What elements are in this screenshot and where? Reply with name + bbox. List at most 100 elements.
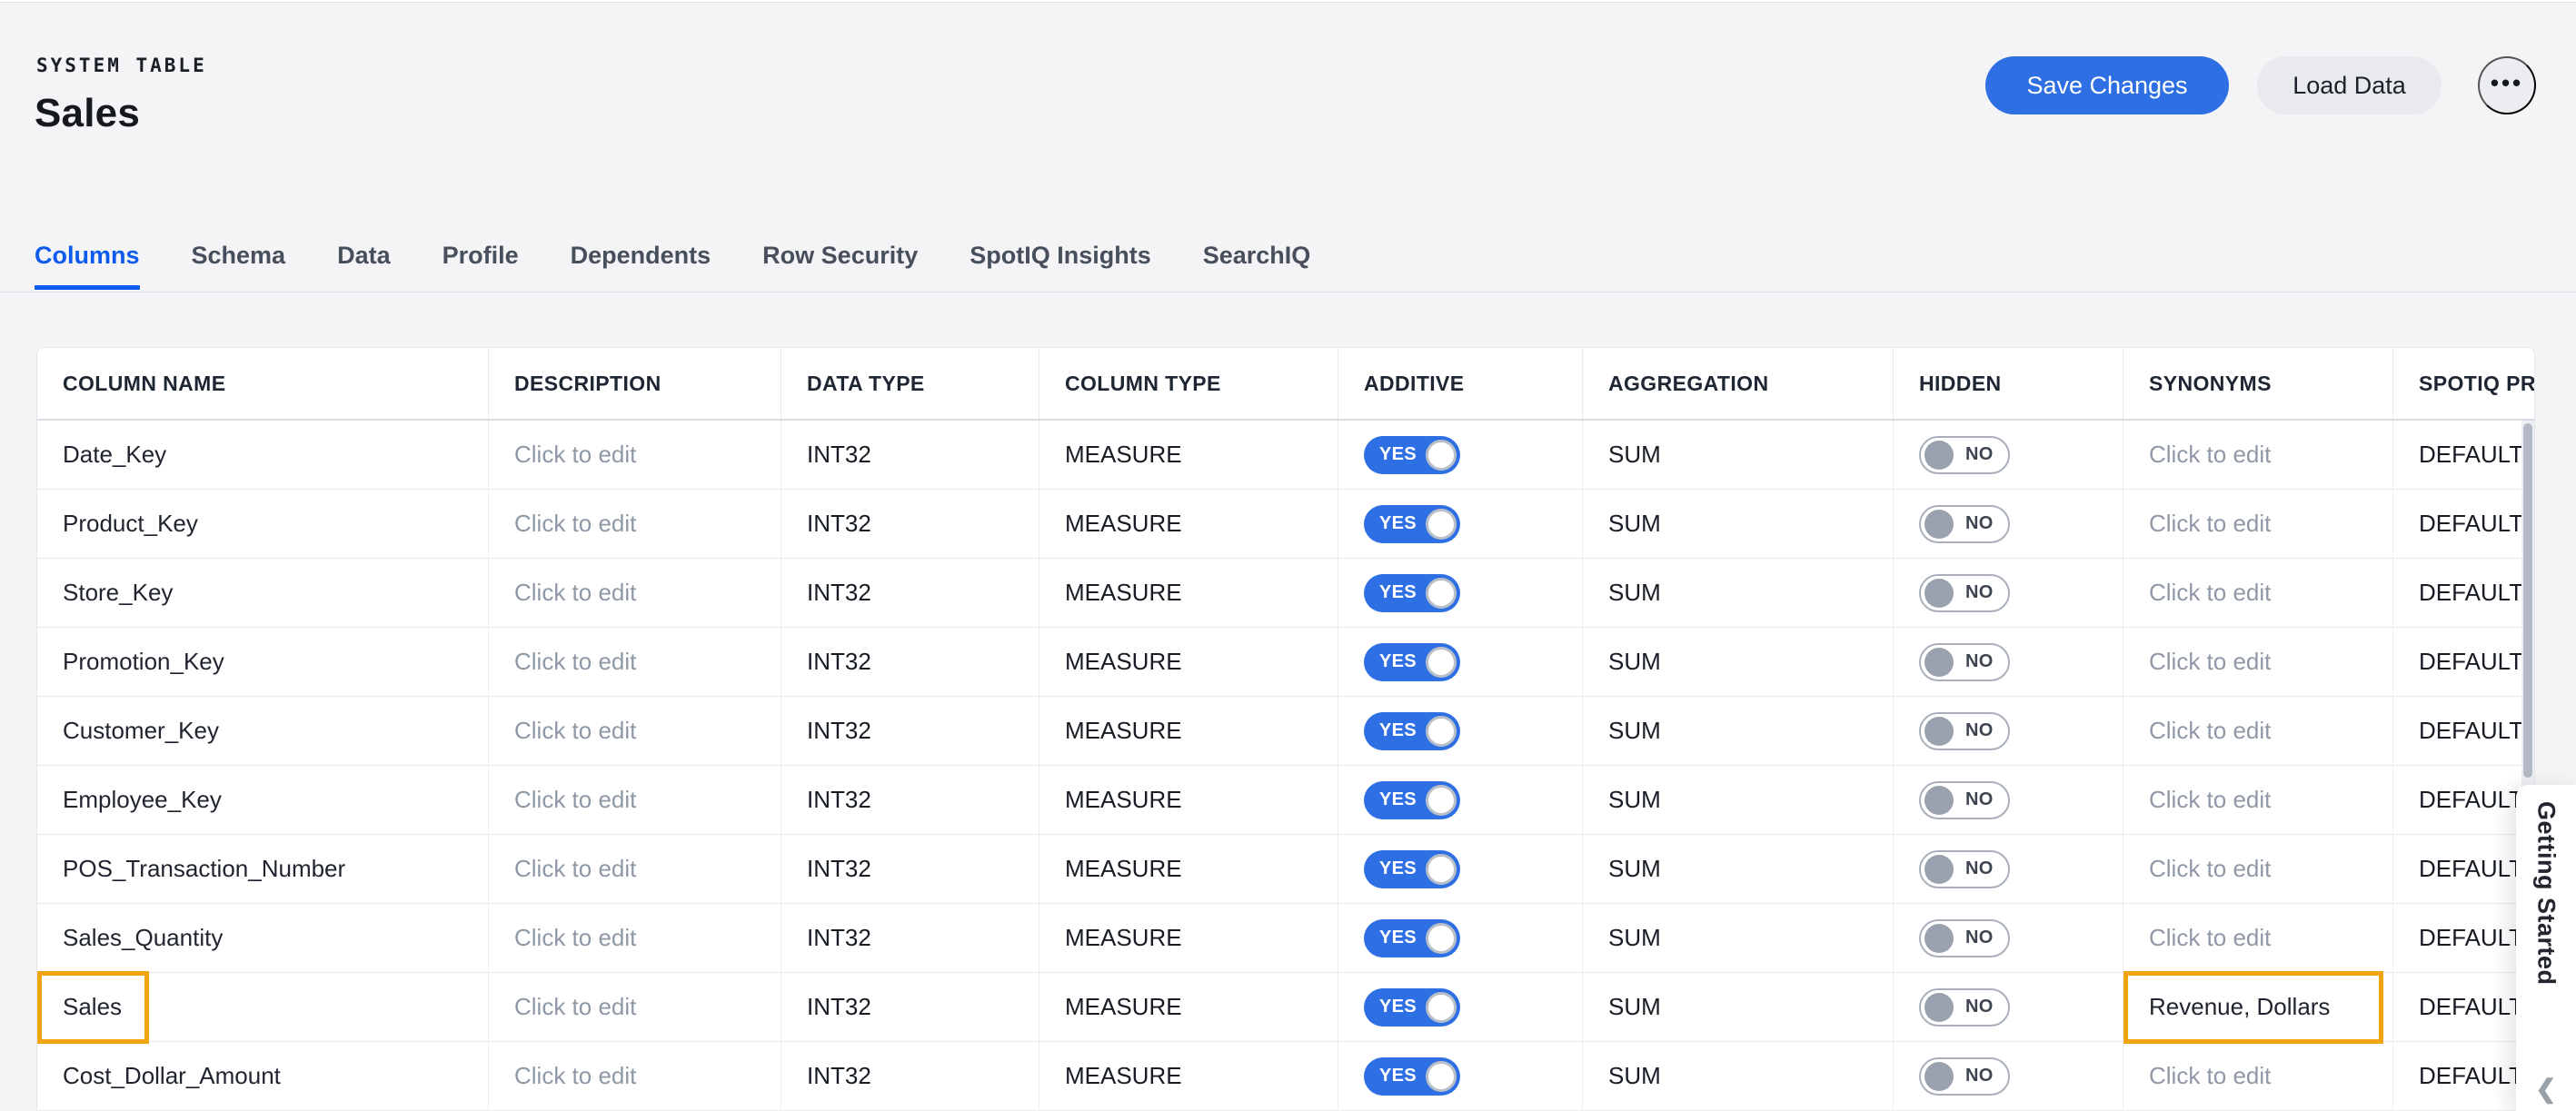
hidden-toggle[interactable]: NO xyxy=(1919,1057,2010,1096)
additive-toggle[interactable]: YES xyxy=(1364,850,1460,888)
tab-schema[interactable]: Schema xyxy=(192,242,286,290)
description-cell[interactable]: Click to edit xyxy=(489,421,781,489)
tab-dependents[interactable]: Dependents xyxy=(571,242,711,290)
additive-toggle[interactable]: YES xyxy=(1364,712,1460,750)
additive-toggle[interactable]: YES xyxy=(1364,436,1460,474)
column-type-cell[interactable]: MEASURE xyxy=(1039,628,1338,696)
column-type-cell[interactable]: MEASURE xyxy=(1039,973,1338,1041)
spotiq-preference-cell[interactable]: DEFAULT xyxy=(2393,490,2522,558)
tabs-divider xyxy=(0,292,2576,293)
synonyms-cell[interactable]: Click to edit xyxy=(2123,766,2393,834)
description-cell[interactable]: Click to edit xyxy=(489,628,781,696)
hidden-toggle[interactable]: NO xyxy=(1919,988,2010,1027)
aggregation-cell[interactable]: SUM xyxy=(1583,559,1894,627)
toggle-knob xyxy=(1426,1061,1457,1092)
additive-toggle[interactable]: YES xyxy=(1364,988,1460,1027)
description-cell[interactable]: Click to edit xyxy=(489,1042,781,1110)
column-type-cell[interactable]: MEASURE xyxy=(1039,559,1338,627)
column-name-cell[interactable]: Customer_Key xyxy=(37,697,489,765)
hidden-toggle[interactable]: NO xyxy=(1919,781,2010,819)
column-name-cell[interactable]: Store_Key xyxy=(37,559,489,627)
synonyms-cell[interactable]: Revenue, Dollars xyxy=(2123,973,2393,1041)
column-name-cell[interactable]: POS_Transaction_Number xyxy=(37,835,489,903)
synonyms-cell[interactable]: Click to edit xyxy=(2123,628,2393,696)
tab-columns[interactable]: Columns xyxy=(35,242,140,290)
aggregation-cell[interactable]: SUM xyxy=(1583,697,1894,765)
aggregation-cell[interactable]: SUM xyxy=(1583,421,1894,489)
column-name-cell[interactable]: Sales xyxy=(37,973,489,1041)
description-cell[interactable]: Click to edit xyxy=(489,697,781,765)
column-name-cell[interactable]: Product_Key xyxy=(37,490,489,558)
spotiq-preference-cell[interactable]: DEFAULT xyxy=(2393,559,2522,627)
additive-toggle[interactable]: YES xyxy=(1364,1057,1460,1096)
aggregation-cell[interactable]: SUM xyxy=(1583,835,1894,903)
column-type-cell[interactable]: MEASURE xyxy=(1039,835,1338,903)
aggregation-cell[interactable]: SUM xyxy=(1583,973,1894,1041)
tab-profile[interactable]: Profile xyxy=(443,242,519,290)
load-data-button[interactable]: Load Data xyxy=(2257,56,2442,114)
description-cell[interactable]: Click to edit xyxy=(489,835,781,903)
getting-started-panel[interactable]: Getting Started ❮ xyxy=(2516,785,2576,1111)
column-name-cell[interactable]: Cost_Dollar_Amount xyxy=(37,1042,489,1110)
description-cell[interactable]: Click to edit xyxy=(489,559,781,627)
aggregation-cell[interactable]: SUM xyxy=(1583,904,1894,972)
column-name-cell[interactable]: Employee_Key xyxy=(37,766,489,834)
column-type-cell[interactable]: MEASURE xyxy=(1039,766,1338,834)
vertical-scrollbar-thumb[interactable] xyxy=(2523,423,2532,778)
tab-spotiq-insights[interactable]: SpotIQ Insights xyxy=(970,242,1151,290)
column-type-cell[interactable]: MEASURE xyxy=(1039,904,1338,972)
hidden-toggle[interactable]: NO xyxy=(1919,574,2010,612)
column-name-cell[interactable]: Sales_Quantity xyxy=(37,904,489,972)
additive-toggle[interactable]: YES xyxy=(1364,919,1460,957)
synonyms-cell[interactable]: Click to edit xyxy=(2123,904,2393,972)
more-options-button[interactable]: ••• xyxy=(2478,56,2536,114)
additive-toggle[interactable]: YES xyxy=(1364,781,1460,819)
hidden-toggle[interactable]: NO xyxy=(1919,850,2010,888)
description-cell[interactable]: Click to edit xyxy=(489,490,781,558)
tab-data[interactable]: Data xyxy=(337,242,391,290)
spotiq-preference-cell[interactable]: DEFAULT xyxy=(2393,421,2522,489)
column-type-cell[interactable]: MEASURE xyxy=(1039,1042,1338,1110)
spotiq-preference-cell[interactable]: DEFAULT xyxy=(2393,904,2522,972)
spotiq-preference-cell[interactable]: DEFAULT xyxy=(2393,628,2522,696)
aggregation-cell[interactable]: SUM xyxy=(1583,1042,1894,1110)
additive-toggle[interactable]: YES xyxy=(1364,505,1460,543)
table-row-store-key: Store_KeyClick to editINT32MEASUREYESSUM… xyxy=(37,559,2522,628)
spotiq-preference-cell[interactable]: DEFAULT xyxy=(2393,1042,2522,1110)
tab-searchiq[interactable]: SearchIQ xyxy=(1203,242,1311,290)
synonyms-cell[interactable]: Click to edit xyxy=(2123,490,2393,558)
synonyms-cell[interactable]: Click to edit xyxy=(2123,559,2393,627)
column-type-cell[interactable]: MEASURE xyxy=(1039,697,1338,765)
aggregation-cell[interactable]: SUM xyxy=(1583,490,1894,558)
spotiq-preference-cell[interactable]: DEFAULT xyxy=(2393,973,2522,1041)
hidden-toggle[interactable]: NO xyxy=(1919,712,2010,750)
hidden-toggle[interactable]: NO xyxy=(1919,643,2010,681)
synonyms-cell[interactable]: Click to edit xyxy=(2123,1042,2393,1110)
column-name-cell[interactable]: Date_Key xyxy=(37,421,489,489)
toggle-knob xyxy=(1426,440,1457,471)
hidden-toggle[interactable]: NO xyxy=(1919,436,2010,474)
aggregation-cell[interactable]: SUM xyxy=(1583,766,1894,834)
description-cell[interactable]: Click to edit xyxy=(489,904,781,972)
spotiq-preference-cell[interactable]: DEFAULT xyxy=(2393,697,2522,765)
data-type-text: INT32 xyxy=(807,579,871,607)
data-type-text: INT32 xyxy=(807,993,871,1021)
synonyms-cell[interactable]: Click to edit xyxy=(2123,697,2393,765)
column-name-cell[interactable]: Promotion_Key xyxy=(37,628,489,696)
synonyms-cell[interactable]: Click to edit xyxy=(2123,835,2393,903)
column-type-cell[interactable]: MEASURE xyxy=(1039,421,1338,489)
additive-toggle[interactable]: YES xyxy=(1364,643,1460,681)
additive-toggle[interactable]: YES xyxy=(1364,574,1460,612)
spotiq-preference-cell[interactable]: DEFAULT xyxy=(2393,766,2522,834)
tab-row-security[interactable]: Row Security xyxy=(762,242,918,290)
synonyms-cell[interactable]: Click to edit xyxy=(2123,421,2393,489)
save-changes-button[interactable]: Save Changes xyxy=(1985,56,2229,114)
description-cell[interactable]: Click to edit xyxy=(489,766,781,834)
hidden-toggle[interactable]: NO xyxy=(1919,919,2010,957)
column-type-cell[interactable]: MEASURE xyxy=(1039,490,1338,558)
aggregation-cell[interactable]: SUM xyxy=(1583,628,1894,696)
hidden-toggle[interactable]: NO xyxy=(1919,505,2010,543)
spotiq-preference-cell[interactable]: DEFAULT xyxy=(2393,835,2522,903)
spotiq-preference-text: DEFAULT xyxy=(2419,1062,2522,1090)
description-cell[interactable]: Click to edit xyxy=(489,973,781,1041)
